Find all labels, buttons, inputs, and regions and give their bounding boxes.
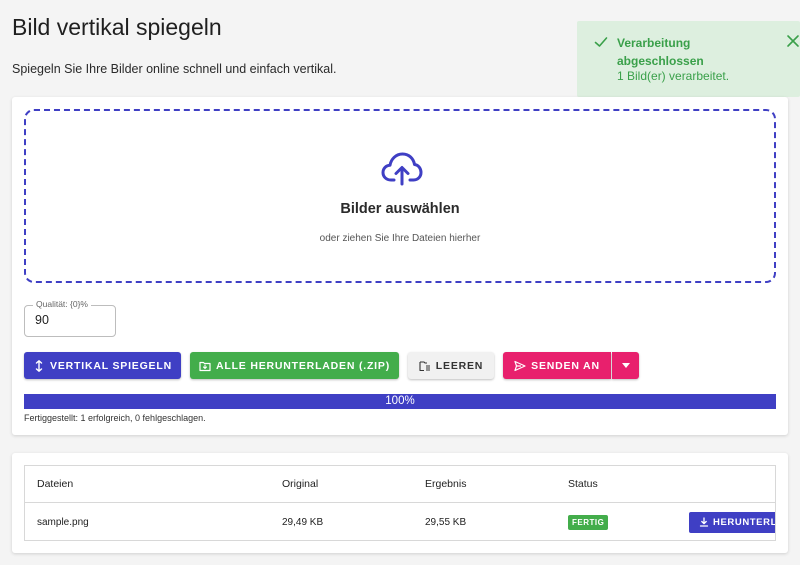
quality-label: Qualität: {0}% xyxy=(33,299,91,309)
clear-label: Leeren xyxy=(435,359,484,372)
page-title: Bild vertikal spiegeln xyxy=(12,14,222,40)
file-dropzone[interactable]: Bilder auswählen oder ziehen Sie Ihre Da… xyxy=(24,109,776,283)
results-table: Dateien Original Ergebnis Status sample.… xyxy=(24,465,776,541)
table-row: sample.png 29,49 KB 29,55 KB FERTIG HERU… xyxy=(25,503,776,540)
quality-input[interactable] xyxy=(35,313,105,327)
download-all-label: Alle herunterladen (.zip) xyxy=(216,359,390,372)
header-files: Dateien xyxy=(37,478,74,490)
folder-download-icon xyxy=(199,361,211,371)
success-toast: Verarbeitung abgeschlossen 1 Bild(er) ve… xyxy=(577,21,800,97)
caret-down-icon xyxy=(621,363,630,368)
page: Bild vertikal spiegeln Spiegeln Sie Ihre… xyxy=(0,0,800,565)
dropzone-subtitle: oder ziehen Sie Ihre Dateien hierher xyxy=(319,233,481,244)
progress-summary: Fertiggestellt: 1 erfolgreich, 0 fehlges… xyxy=(24,413,206,423)
send-to-button[interactable]: Senden an xyxy=(503,352,611,379)
header-result: Ergebnis xyxy=(425,478,467,490)
action-cell: HERUNTERLADEN xyxy=(689,503,776,540)
clear-list-icon xyxy=(419,360,430,371)
quality-field: Qualität: {0}% xyxy=(24,299,116,337)
upload-card: Bilder auswählen oder ziehen Sie Ihre Da… xyxy=(12,97,788,435)
download-icon xyxy=(699,517,709,527)
send-to-dropdown-button[interactable] xyxy=(612,352,639,379)
toast-title: Verarbeitung abgeschlossen xyxy=(617,36,704,68)
status-cell: FERTIG xyxy=(568,503,609,540)
flip-vertical-label: Vertikal spiegeln xyxy=(50,359,172,372)
flip-vertical-icon xyxy=(35,359,43,372)
clear-button[interactable]: Leeren xyxy=(408,352,494,379)
table-header: Dateien Original Ergebnis Status xyxy=(25,466,775,503)
download-file-label: HERUNTERLADEN xyxy=(713,516,776,528)
send-icon xyxy=(514,360,526,371)
check-icon xyxy=(594,37,608,47)
header-status: Status xyxy=(568,478,598,490)
toast-message: 1 Bild(er) verarbeitet. xyxy=(617,69,730,83)
download-all-button[interactable]: Alle herunterladen (.zip) xyxy=(190,352,399,379)
download-file-button[interactable]: HERUNTERLADEN xyxy=(689,511,776,533)
dropzone-title: Bilder auswählen xyxy=(340,201,460,217)
result-size: 29,55 KB xyxy=(425,516,467,528)
page-subtitle: Spiegeln Sie Ihre Bilder online schnell … xyxy=(12,62,337,76)
header-original: Original xyxy=(282,478,319,490)
status-badge: FERTIG xyxy=(568,514,609,530)
progress-bar: 100% xyxy=(24,394,776,409)
results-card: Dateien Original Ergebnis Status sample.… xyxy=(12,453,788,553)
original-size: 29,49 KB xyxy=(282,516,324,528)
cloud-upload-icon xyxy=(381,152,423,186)
send-to-label: Senden an xyxy=(531,359,600,372)
file-name: sample.png xyxy=(37,516,89,528)
close-icon[interactable] xyxy=(785,33,800,49)
flip-vertical-button[interactable]: Vertikal spiegeln xyxy=(24,352,181,379)
progress-label: 100% xyxy=(385,395,415,407)
